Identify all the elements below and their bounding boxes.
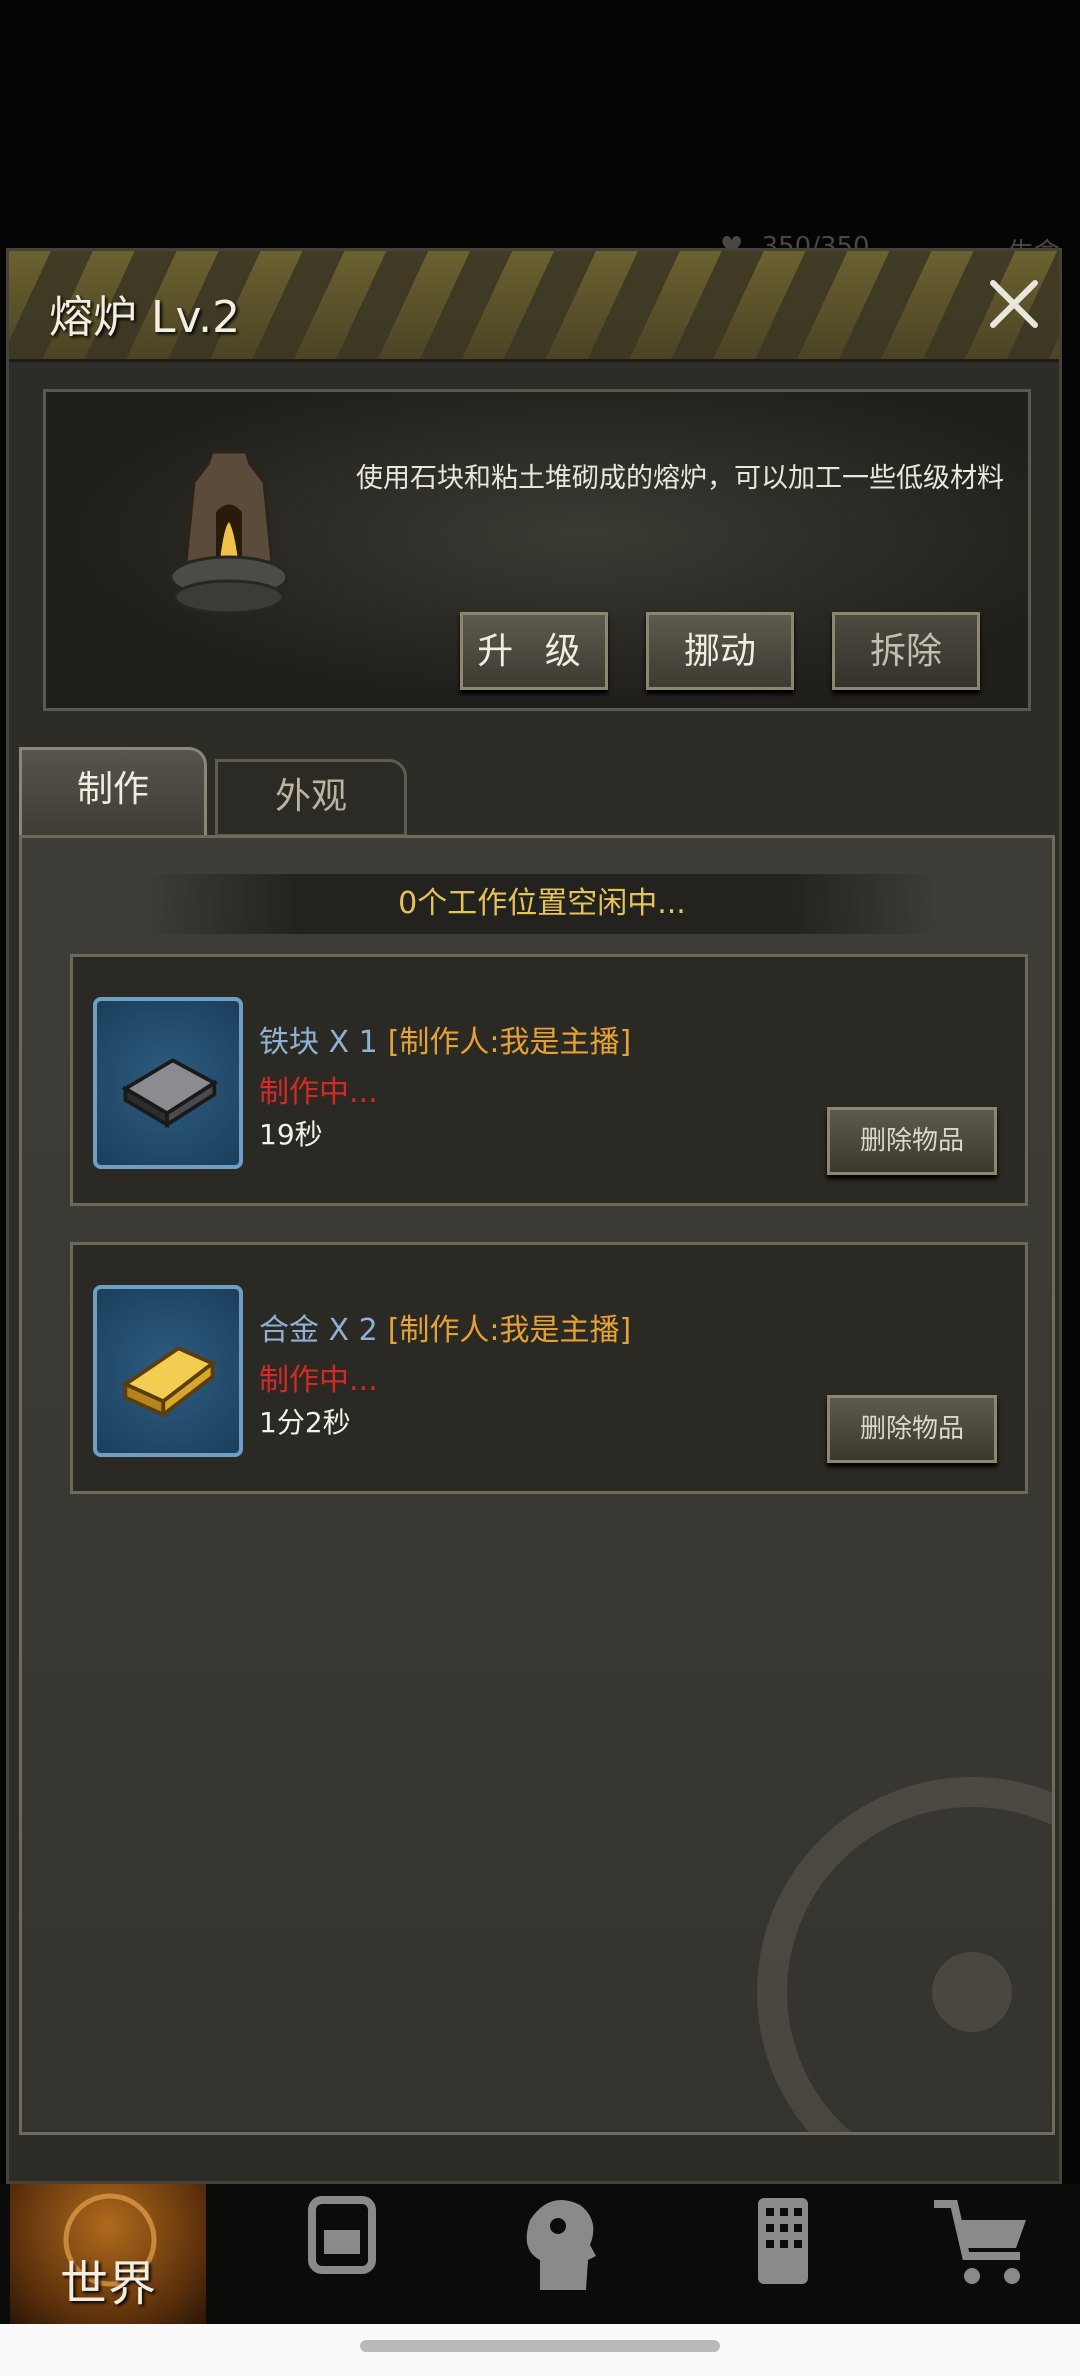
delete-item-button[interactable]: 删除物品 [827, 1107, 997, 1175]
nav-world[interactable]: 世界 [10, 2184, 206, 2324]
nav-building[interactable] [680, 2184, 880, 2324]
bottom-navigation: 世界 [0, 2184, 1080, 2324]
furnace-icon [169, 450, 289, 615]
panel-header: 熔炉 Lv.2 [9, 251, 1059, 362]
tab-craft[interactable]: 制作 [19, 747, 207, 837]
job-status: 制作中... [259, 1363, 378, 1398]
crafter-name: [制作人:我是主播] [387, 1313, 632, 1348]
job-time-left: 19秒 [259, 1118, 323, 1151]
nav-shop[interactable] [880, 2184, 1080, 2324]
craft-job: 合金 X 2 [制作人:我是主播] 制作中... 1分2秒 删除物品 [70, 1242, 1028, 1494]
craft-queue: 0个工作位置空闲中... 铁块 X 1 [制作人:我是主播] 制作中... 19秒… [19, 835, 1055, 2135]
dismantle-button[interactable]: 拆除 [832, 612, 980, 690]
nav-character[interactable] [460, 2184, 660, 2324]
delete-item-button[interactable]: 删除物品 [827, 1395, 997, 1463]
job-title: 合金 X 2 [制作人:我是主播] [259, 1305, 631, 1349]
job-status: 制作中... [259, 1075, 378, 1110]
head-icon [526, 2200, 596, 2290]
panel-title: 熔炉 Lv.2 [49, 292, 241, 343]
close-icon [990, 280, 1038, 328]
building-info: 使用石块和粘土堆砌成的熔炉，可以加工一些低级材料 升 级 挪动 拆除 [43, 389, 1031, 711]
idle-slots-status: 0个工作位置空闲中... [142, 874, 942, 934]
item-name: 合金 X 2 [259, 1313, 378, 1348]
cart-icon [934, 2200, 1026, 2284]
upgrade-button[interactable]: 升 级 [460, 612, 608, 690]
iron-ingot-icon [93, 997, 243, 1169]
job-title: 铁块 X 1 [制作人:我是主播] [259, 1017, 631, 1061]
nav-backpack[interactable] [240, 2184, 440, 2324]
move-button[interactable]: 挪动 [646, 612, 794, 690]
tab-appearance[interactable]: 外观 [215, 759, 407, 837]
job-time-left: 1分2秒 [259, 1406, 351, 1439]
building-description: 使用石块和粘土堆砌成的熔炉，可以加工一些低级材料 [356, 463, 1004, 494]
nav-world-label: 世界 [59, 2256, 156, 2312]
close-button[interactable] [983, 273, 1045, 335]
item-name: 铁块 X 1 [259, 1025, 378, 1060]
building-icon [758, 2198, 808, 2284]
craft-job: 铁块 X 1 [制作人:我是主播] 制作中... 19秒 删除物品 [70, 954, 1028, 1206]
backpack-icon [308, 2196, 376, 2274]
gold-ingot-icon [93, 1285, 243, 1457]
home-indicator[interactable] [360, 2340, 720, 2352]
crafter-name: [制作人:我是主播] [387, 1025, 632, 1060]
radiation-emblem-icon [757, 1777, 1052, 2132]
furnace-panel: 熔炉 Lv.2 使用石块和粘土堆砌成的熔炉，可以加工一些低级材料 升 级 挪动 … [6, 248, 1062, 2184]
